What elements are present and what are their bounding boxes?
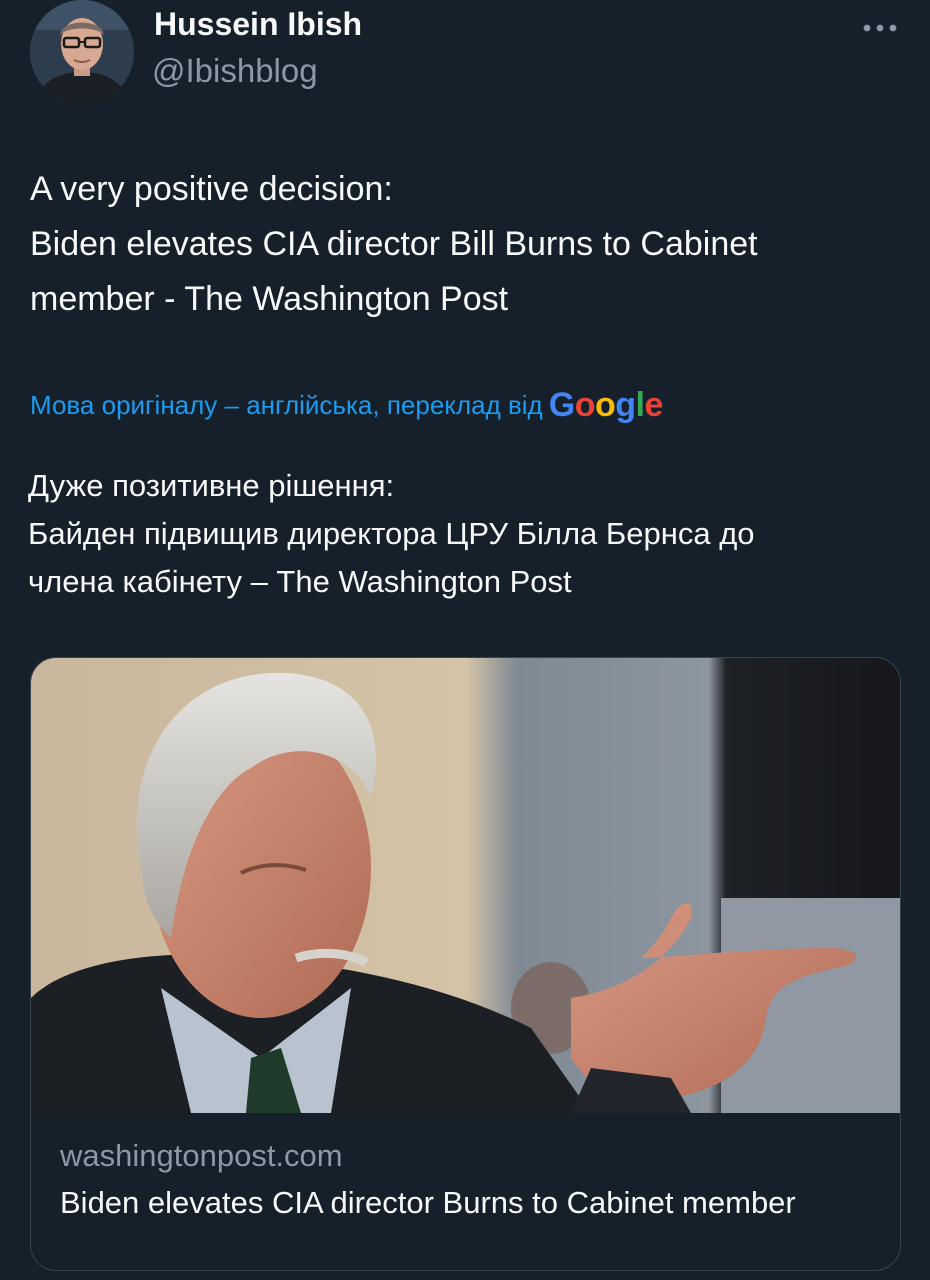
translation-notice-text: Мова оригіналу – англійська, переклад ві…: [30, 390, 543, 420]
more-horizontal-icon: [863, 24, 897, 32]
translated-text-line: Дуже позитивне рішення:: [28, 468, 395, 503]
tweet-text: A very positive decision: Biden elevates…: [30, 162, 910, 327]
more-options-button[interactable]: [858, 10, 902, 46]
translated-text-line: члена кабінету – The Washington Post: [28, 564, 572, 599]
author-handle[interactable]: @Ibishblog: [152, 52, 318, 90]
tweet-text-line: A very positive decision:: [30, 170, 393, 208]
avatar-photo: [30, 0, 134, 104]
translation-notice[interactable]: Мова оригіналу – англійська, переклад ві…: [30, 386, 663, 425]
tweet-text-line: member - The Washington Post: [30, 280, 509, 318]
author-display-name[interactable]: Hussein Ibish: [154, 6, 362, 43]
link-preview-domain: washingtonpost.com: [60, 1138, 343, 1173]
avatar[interactable]: [30, 0, 134, 104]
translated-text: Дуже позитивне рішення: Байден підвищив …: [28, 462, 908, 606]
google-logo: Google: [548, 386, 664, 424]
link-preview-title: Biden elevates CIA director Burns to Cab…: [60, 1185, 796, 1220]
link-preview-image: [31, 658, 900, 1113]
link-preview-card[interactable]: washingtonpost.com Biden elevates CIA di…: [30, 657, 901, 1271]
translated-text-line: Байден підвищив директора ЦРУ Білла Берн…: [28, 516, 755, 551]
tweet-text-line: Biden elevates CIA director Bill Burns t…: [30, 225, 758, 263]
